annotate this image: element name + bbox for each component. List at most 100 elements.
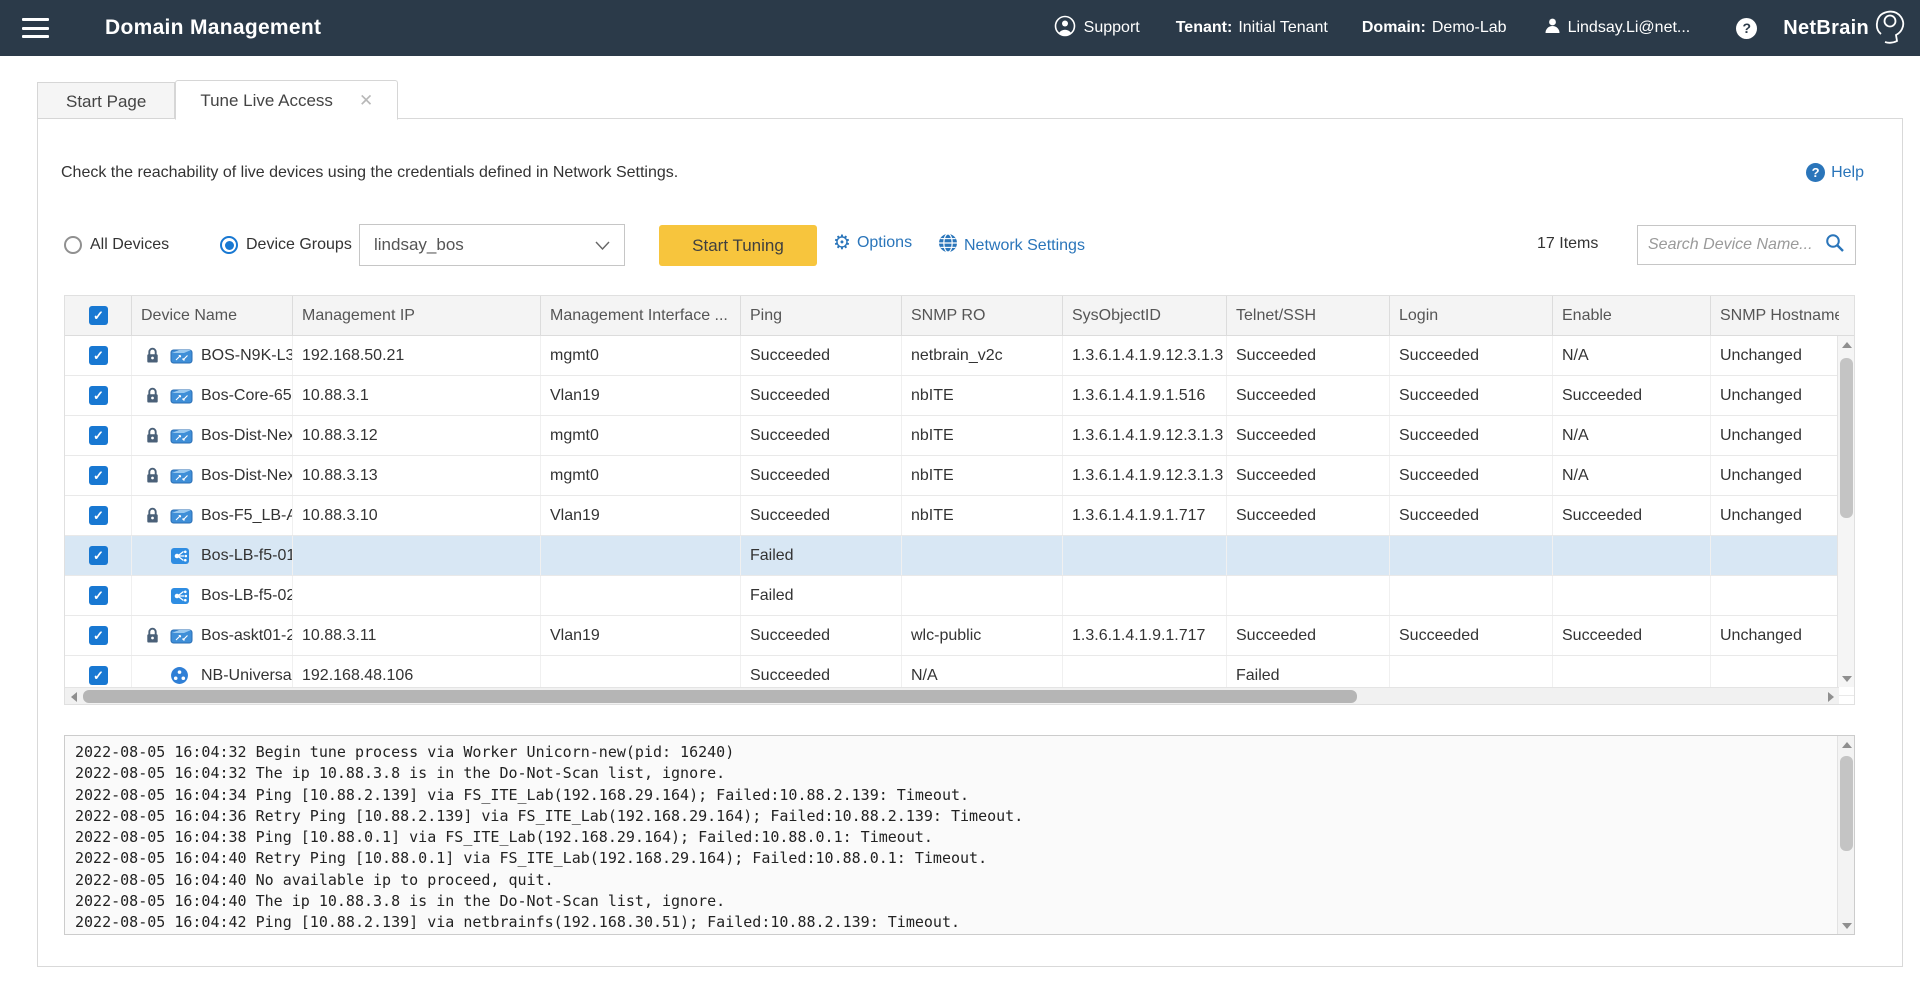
table-vertical-scrollbar[interactable] xyxy=(1837,336,1854,687)
column-header-snmp-ro[interactable]: SNMP RO xyxy=(902,296,1063,335)
brand-head-icon xyxy=(1873,7,1907,50)
horizontal-scroll-thumb[interactable] xyxy=(83,690,1357,703)
help-link[interactable]: ? Help xyxy=(1806,163,1864,182)
search-icon[interactable] xyxy=(1825,233,1845,258)
cell-snmp-ro: wlc-public xyxy=(902,616,1063,655)
cell-snmp-hostname xyxy=(1711,576,1839,615)
cell-login xyxy=(1390,576,1553,615)
options-button[interactable]: ⚙ Options xyxy=(833,233,912,253)
log-line: 2022-08-05 16:04:32 The ip 10.88.3.8 is … xyxy=(75,763,1854,784)
cell-snmp-ro: nbITE xyxy=(902,456,1063,495)
cell-ping: Succeeded xyxy=(741,616,902,655)
row-checkbox[interactable]: ✓ xyxy=(89,506,108,525)
scroll-down-button[interactable] xyxy=(1838,670,1854,687)
tenant-label: Tenant: xyxy=(1176,19,1233,37)
device-type-lb-icon xyxy=(170,587,193,605)
column-header-device-name[interactable]: Device Name xyxy=(132,296,293,335)
table-row[interactable]: ✓Bos-F5_LB-A10.88.3.10Vlan19SucceedednbI… xyxy=(65,496,1854,536)
tab-tune-live-access[interactable]: Tune Live Access ✕ xyxy=(175,80,398,120)
device-table: ✓ Device NameManagement IPManagement Inte… xyxy=(64,295,1855,705)
cell-ping: Failed xyxy=(741,536,902,575)
support-link[interactable]: Support xyxy=(1054,15,1140,42)
cell-telnet: Succeeded xyxy=(1227,616,1390,655)
device-type-lb-icon xyxy=(170,547,193,565)
tab-start-page[interactable]: Start Page xyxy=(37,82,175,119)
column-header-management-interface[interactable]: Management Interface ... xyxy=(541,296,741,335)
cell-ping: Succeeded xyxy=(741,336,902,375)
column-header-telnet-ssh[interactable]: Telnet/SSH xyxy=(1227,296,1390,335)
device-group-select[interactable]: lindsay_bos xyxy=(359,224,625,266)
table-row[interactable]: ✓BOS-N9K-L3192.168.50.21mgmt0Succeededne… xyxy=(65,336,1854,376)
cell-sys-object-id: 1.3.6.1.4.1.9.1.717 xyxy=(1063,616,1227,655)
row-checkbox[interactable]: ✓ xyxy=(89,386,108,405)
user-menu[interactable]: Lindsay.Li@net... xyxy=(1544,17,1691,39)
column-header-management-ip[interactable]: Management IP xyxy=(293,296,541,335)
log-scroll-up-button[interactable] xyxy=(1838,736,1855,753)
table-row[interactable]: ✓Bos-Dist-Nex10.88.3.13mgmt0SucceedednbI… xyxy=(65,456,1854,496)
cell-telnet: Succeeded xyxy=(1227,416,1390,455)
device-name-cell: Bos-Dist-Nex xyxy=(132,416,293,455)
log-scroll-thumb[interactable] xyxy=(1840,756,1853,851)
topbar-right: Support Tenant: Initial Tenant Domain: D… xyxy=(1054,7,1907,50)
row-checkbox[interactable]: ✓ xyxy=(89,586,108,605)
tuning-log-panel[interactable]: 2022-08-05 16:04:32 Begin tune process v… xyxy=(64,735,1855,935)
cell-enable: Succeeded xyxy=(1553,496,1711,535)
radio-device-groups[interactable]: Device Groups xyxy=(220,236,352,254)
select-all-checkbox[interactable]: ✓ xyxy=(89,306,108,325)
scroll-up-button[interactable] xyxy=(1838,336,1854,353)
device-name-cell: Bos-LB-f5-01 xyxy=(132,536,293,575)
table-row[interactable]: ✓Bos-Core-6510.88.3.1Vlan19SucceedednbIT… xyxy=(65,376,1854,416)
cell-snmp-hostname: Unchanged xyxy=(1711,416,1839,455)
column-header-enable[interactable]: Enable xyxy=(1553,296,1711,335)
device-type-switch-icon xyxy=(170,467,193,485)
table-horizontal-scrollbar[interactable] xyxy=(65,687,1839,704)
vertical-scroll-thumb[interactable] xyxy=(1840,358,1853,518)
row-checkbox[interactable]: ✓ xyxy=(89,466,108,485)
header-help-icon[interactable]: ? xyxy=(1736,18,1757,39)
row-checkbox[interactable]: ✓ xyxy=(89,626,108,645)
cell-mgmt-ip: 10.88.3.1 xyxy=(293,376,541,415)
cell-iface: mgmt0 xyxy=(541,336,741,375)
table-row[interactable]: ✓Bos-askt01-210.88.3.11Vlan19Succeededwl… xyxy=(65,616,1854,656)
scroll-left-button[interactable] xyxy=(65,688,82,704)
column-header-sysobjectid[interactable]: SysObjectID xyxy=(1063,296,1227,335)
table-row[interactable]: ✓Bos-Dist-Nex10.88.3.12mgmt0SucceedednbI… xyxy=(65,416,1854,456)
log-vertical-scrollbar[interactable] xyxy=(1837,736,1854,934)
device-name: Bos-F5_LB-A xyxy=(201,496,292,535)
support-label: Support xyxy=(1084,19,1140,37)
start-tuning-button[interactable]: Start Tuning xyxy=(659,225,817,266)
column-header-ping[interactable]: Ping xyxy=(741,296,902,335)
cell-snmp-hostname: Unchanged xyxy=(1711,336,1839,375)
cell-ping: Succeeded xyxy=(741,376,902,415)
options-label: Options xyxy=(857,234,912,252)
row-checkbox[interactable]: ✓ xyxy=(89,426,108,445)
radio-all-devices-circle xyxy=(64,236,82,254)
column-header-snmp-hostname[interactable]: SNMP Hostname xyxy=(1711,296,1839,335)
row-checkbox[interactable]: ✓ xyxy=(89,346,108,365)
radio-all-devices[interactable]: All Devices xyxy=(64,236,169,254)
tab-close-icon[interactable]: ✕ xyxy=(359,92,373,109)
cell-sys-object-id xyxy=(1063,536,1227,575)
device-type-switch-icon xyxy=(170,387,193,405)
search-box xyxy=(1637,225,1856,265)
help-label: Help xyxy=(1831,164,1864,182)
cell-telnet xyxy=(1227,576,1390,615)
table-row[interactable]: ✓ Bos-LB-f5-01 Failed xyxy=(65,536,1854,576)
cell-sys-object-id: 1.3.6.1.4.1.9.1.516 xyxy=(1063,376,1227,415)
log-line: 2022-08-05 16:04:34 Ping [10.88.2.139] v… xyxy=(75,785,1854,806)
log-scroll-down-button[interactable] xyxy=(1838,917,1855,934)
cell-snmp-ro: netbrain_v2c xyxy=(902,336,1063,375)
cell-mgmt-ip: 192.168.50.21 xyxy=(293,336,541,375)
row-checkbox[interactable]: ✓ xyxy=(89,666,108,685)
table-row[interactable]: ✓Bos-LB-f5-02Failed xyxy=(65,576,1854,616)
lock-icon xyxy=(145,627,162,644)
search-input[interactable] xyxy=(1648,236,1825,254)
column-header-login[interactable]: Login xyxy=(1390,296,1553,335)
cell-ping: Succeeded xyxy=(741,496,902,535)
network-settings-button[interactable]: Network Settings xyxy=(938,233,1085,258)
table-header-row: ✓ Device NameManagement IPManagement Inte… xyxy=(65,296,1854,336)
hamburger-menu-icon[interactable] xyxy=(22,18,49,38)
row-checkbox[interactable]: ✓ xyxy=(89,546,108,565)
scroll-right-button[interactable] xyxy=(1822,688,1839,704)
device-name-cell: Bos-Dist-Nex xyxy=(132,456,293,495)
